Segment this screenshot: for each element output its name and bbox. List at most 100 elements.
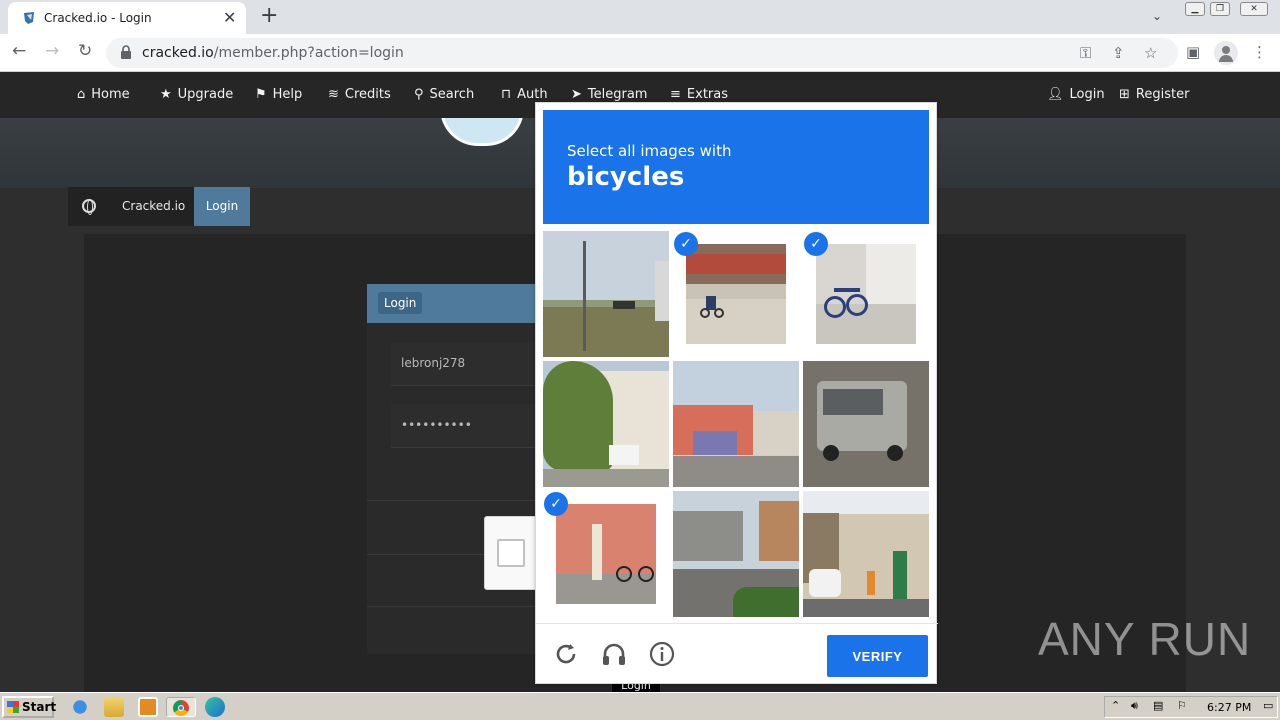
nav-login-label: Login — [1069, 87, 1105, 102]
captcha-tile[interactable] — [803, 491, 929, 617]
chrome-icon[interactable] — [166, 697, 196, 717]
tile-image — [673, 361, 799, 487]
nav-credits[interactable]: ≋ Credits — [328, 87, 391, 102]
key-icon[interactable]: ⚿ — [1080, 44, 1091, 62]
nav-credits-label: Credits — [344, 87, 391, 102]
login-panel-title: Login — [378, 292, 423, 314]
captcha-object: bicycles — [567, 162, 685, 192]
selected-check-icon: ✓ — [544, 492, 568, 516]
captcha-tile[interactable] — [543, 361, 669, 487]
breadcrumb-site[interactable]: Cracked.io — [122, 199, 185, 213]
divider — [367, 606, 535, 607]
captcha-header: Select all images with bicycles — [543, 110, 929, 224]
captcha-tile[interactable] — [673, 361, 799, 487]
start-button[interactable]: Start — [2, 696, 56, 718]
menu-icon: ≡ — [670, 87, 681, 102]
media-player-icon[interactable] — [138, 697, 158, 717]
nav-telegram-label: Telegram — [587, 87, 648, 102]
globe-icon[interactable] — [82, 199, 96, 215]
breadcrumb-current[interactable]: Login — [194, 187, 250, 226]
reload-icon[interactable]: ↻ — [78, 41, 92, 61]
nav-register[interactable]: ⊞ Register — [1119, 87, 1189, 102]
star-icon: ★ — [160, 87, 172, 102]
minimize-icon[interactable]: ▁ — [1185, 2, 1205, 16]
url-host: cracked.io — [142, 45, 214, 61]
captcha-footer: VERIFY — [536, 623, 938, 685]
url-path: /member.php?action=login — [213, 45, 404, 61]
nav-extras[interactable]: ≡ Extras — [670, 87, 728, 102]
nav-auth-label: Auth — [517, 87, 548, 102]
tab-search-chevron-icon[interactable]: ⌄ — [1152, 9, 1162, 23]
show-desktop-icon[interactable]: ▭ — [1263, 699, 1273, 712]
tile-image — [686, 244, 786, 344]
browser-menu-icon[interactable]: ⋮ — [1252, 43, 1267, 61]
profile-avatar[interactable] — [1214, 41, 1238, 65]
captcha-challenge: Select all images with bicycles ✓ ✓ ✓ VE… — [535, 102, 938, 685]
login-panel: Login lebronj278 •••••••••• — [367, 284, 535, 654]
nav-login[interactable]: 👤︎ Login — [1047, 87, 1105, 102]
volume-icon[interactable]: 🔊︎ — [1131, 699, 1138, 713]
password-field[interactable]: •••••••••• — [391, 404, 535, 448]
coins-icon: ≋ — [328, 87, 339, 102]
nav-help[interactable]: ⚑ Help — [255, 87, 302, 102]
bookmark-star-icon[interactable]: ☆ — [1144, 44, 1157, 62]
nav-auth[interactable]: ⊓ Auth — [501, 87, 548, 102]
nav-search-label: Search — [429, 87, 475, 102]
captcha-tile-selected[interactable]: ✓ — [803, 231, 929, 357]
network-icon[interactable]: ▤ — [1153, 699, 1163, 712]
tile-image — [803, 361, 929, 487]
ie-icon[interactable] — [70, 697, 90, 717]
captcha-prompt: Select all images with — [567, 142, 732, 160]
nav-search[interactable]: ⚲ Search — [414, 87, 474, 102]
window-close-icon[interactable]: ✕ — [1240, 2, 1268, 16]
new-tab-icon[interactable]: + — [260, 4, 278, 28]
tab-title: Cracked.io - Login — [44, 11, 152, 25]
tile-image — [803, 491, 929, 617]
tile-image — [543, 231, 669, 357]
taskbar-clock[interactable]: 6:27 PM — [1207, 701, 1251, 714]
login-panel-header: Login — [367, 284, 535, 323]
restore-icon[interactable]: ❐ — [1210, 2, 1230, 16]
breadcrumb: Cracked.io Login — [68, 187, 250, 226]
audio-challenge-icon[interactable] — [600, 640, 628, 668]
back-icon[interactable]: ← — [12, 41, 26, 61]
nav-home[interactable]: ⌂ Home — [77, 87, 130, 102]
username-field[interactable]: lebronj278 — [391, 342, 535, 386]
captcha-checkbox[interactable] — [497, 539, 525, 567]
captcha-tile-selected[interactable]: ✓ — [543, 491, 669, 617]
captcha-tile[interactable] — [543, 231, 669, 357]
url-text[interactable]: cracked.io/member.php?action=login — [142, 45, 404, 61]
telegram-icon: ➤ — [571, 87, 582, 102]
tile-image — [543, 361, 669, 487]
cracked-favicon-icon — [24, 12, 34, 24]
edge-icon[interactable] — [205, 697, 225, 717]
info-icon[interactable] — [648, 640, 676, 668]
browser-toolbar: ← → ↻ cracked.io/member.php?action=login… — [0, 34, 1280, 72]
flag-icon: ⚑ — [255, 87, 267, 102]
side-panel-icon[interactable]: ▣ — [1186, 43, 1200, 61]
forward-icon[interactable]: → — [45, 41, 59, 61]
lock-icon[interactable] — [120, 45, 132, 59]
explorer-icon[interactable] — [104, 697, 124, 717]
captcha-grid: ✓ ✓ ✓ — [543, 231, 929, 617]
nav-home-label: Home — [91, 87, 130, 102]
tray-expand-icon[interactable]: ⌃ — [1111, 699, 1120, 712]
browser-tab[interactable]: Cracked.io - Login ✕ — [8, 2, 246, 34]
verify-button[interactable]: VERIFY — [827, 635, 928, 677]
nav-upgrade[interactable]: ★ Upgrade — [160, 87, 233, 102]
system-tray: ⌃ 🔊︎ ▤ ⚐ ▭ — [1104, 696, 1278, 718]
address-bar[interactable]: cracked.io/member.php?action=login ⚿ ⇪ ☆ — [106, 38, 1178, 68]
tile-image — [673, 491, 799, 617]
nav-upgrade-label: Upgrade — [177, 87, 234, 102]
tile-image — [816, 244, 916, 344]
share-icon[interactable]: ⇪ — [1112, 44, 1125, 62]
nav-help-label: Help — [272, 87, 303, 102]
home-icon: ⌂ — [77, 87, 86, 102]
action-center-flag-icon[interactable]: ⚐ — [1177, 699, 1187, 712]
tab-close-icon[interactable]: ✕ — [223, 8, 236, 27]
refresh-icon[interactable] — [552, 640, 580, 668]
captcha-tile-selected[interactable]: ✓ — [673, 231, 799, 357]
nav-telegram[interactable]: ➤ Telegram — [571, 87, 647, 102]
captcha-tile[interactable] — [673, 491, 799, 617]
captcha-tile[interactable] — [803, 361, 929, 487]
